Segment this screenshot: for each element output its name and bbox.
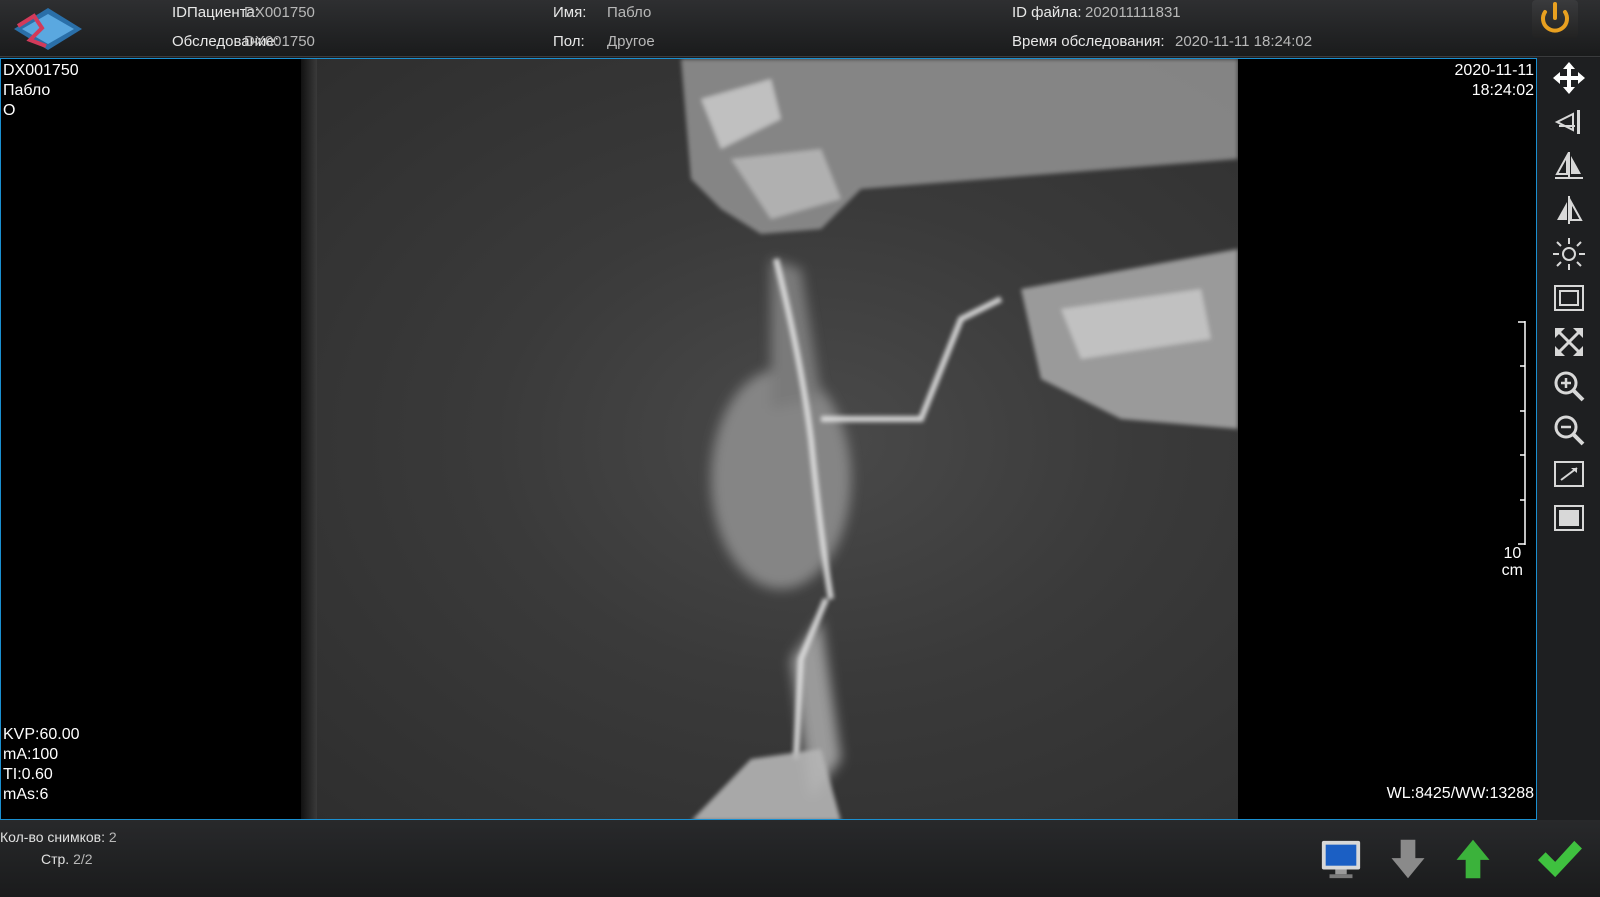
overlay-bottom-left: KVP:60.00 mA:100 TI:0.60 mAs:6 <box>3 725 80 805</box>
power-button[interactable] <box>1532 0 1578 38</box>
flip-horizontal-icon <box>1557 196 1583 224</box>
scale-unit: cm <box>1501 562 1523 579</box>
overlay-patient-id: DX001750 <box>3 62 79 79</box>
image-count-value: 2 <box>108 829 117 845</box>
overlay-top-right: 2020-11-11 18:24:02 <box>1455 61 1534 101</box>
zoom-in-icon <box>1554 371 1585 402</box>
tool-rotate[interactable] <box>1549 102 1589 142</box>
overlay-top-left: DX001750 Пабло O <box>3 61 79 121</box>
overlay-window-level: WL:8425/WW:13288 <box>1386 785 1534 802</box>
overlay-sex: O <box>3 102 16 119</box>
file-id-value: 202011111831 <box>1085 4 1181 21</box>
tools-sidebar <box>1537 58 1600 820</box>
fit-window-icon <box>1555 328 1583 356</box>
scale-value: 10 <box>1503 545 1522 562</box>
original-size-icon <box>1554 461 1584 487</box>
file-id-label: ID файла: <box>1012 4 1082 21</box>
tool-flip-horizontal[interactable] <box>1549 190 1589 230</box>
rotate-icon <box>1554 110 1580 134</box>
tool-crop[interactable] <box>1549 278 1589 318</box>
exam-value: DX001750 <box>244 33 315 50</box>
overlay-ma: mA:100 <box>3 746 59 763</box>
app-logo <box>14 8 82 50</box>
scale-label: 10 cm <box>1502 545 1523 579</box>
overlay-mas: mAs:6 <box>3 786 49 803</box>
name-value: Пабло <box>607 4 652 21</box>
crop-icon <box>1554 285 1584 311</box>
patient-id-value: DX001750 <box>244 4 315 21</box>
image-count: Кол-во снимков: 2 <box>0 829 117 845</box>
scale-ruler <box>1518 321 1526 545</box>
power-icon <box>1541 2 1569 33</box>
arrow-down-icon <box>1391 839 1425 879</box>
sex-value: Другое <box>607 33 655 50</box>
tool-zoom-out[interactable] <box>1549 410 1589 450</box>
page-indicator: Стр. 2/2 <box>41 851 93 867</box>
flip-vertical-icon <box>1555 152 1583 179</box>
brightness-icon <box>1553 238 1585 270</box>
arrow-up-icon <box>1456 839 1490 879</box>
overlay-kvp: KVP:60.00 <box>3 726 80 743</box>
overlay-ti: TI:0.60 <box>3 766 53 783</box>
image-count-label: Кол-во снимков: <box>0 829 105 845</box>
overlay-time: 18:24:02 <box>1471 82 1534 99</box>
exam-time-value: 2020-11-11 18:24:02 <box>1175 33 1313 50</box>
monitor-icon <box>1321 840 1361 879</box>
move-icon <box>1553 62 1585 94</box>
xray-anatomy <box>681 59 1238 819</box>
xray-image[interactable] <box>301 59 1238 819</box>
zoom-out-icon <box>1554 415 1585 446</box>
download-button[interactable] <box>1384 836 1432 882</box>
upload-button[interactable] <box>1449 836 1497 882</box>
tool-original-size[interactable] <box>1549 454 1589 494</box>
checkmark-icon <box>1537 840 1582 878</box>
page-label: Стр. <box>41 851 70 867</box>
display-button[interactable] <box>1317 836 1365 882</box>
tool-zoom-in[interactable] <box>1549 366 1589 406</box>
tool-move[interactable] <box>1549 58 1589 98</box>
overlay-date: 2020-11-11 <box>1454 62 1534 79</box>
image-viewer[interactable]: DX001750 Пабло O 2020-11-11 18:24:02 KVP… <box>0 58 1537 820</box>
confirm-button[interactable] <box>1535 836 1583 882</box>
sex-label: Пол: <box>553 33 585 50</box>
fullscreen-icon <box>1554 505 1584 531</box>
tool-fullscreen[interactable] <box>1549 498 1589 538</box>
name-label: Имя: <box>553 4 587 21</box>
footer-bar: Кол-во снимков: 2 Стр. 2/2 <box>0 820 1600 897</box>
header-bar: IDПациента: DX001750 Обследование: DX001… <box>0 0 1600 57</box>
tool-fit-window[interactable] <box>1549 322 1589 362</box>
overlay-patient-name: Пабло <box>3 82 51 99</box>
exam-time-label: Время обследования: <box>1012 33 1165 50</box>
tool-flip-vertical[interactable] <box>1549 146 1589 186</box>
tool-brightness[interactable] <box>1549 234 1589 274</box>
page-value: 2/2 <box>73 851 93 867</box>
